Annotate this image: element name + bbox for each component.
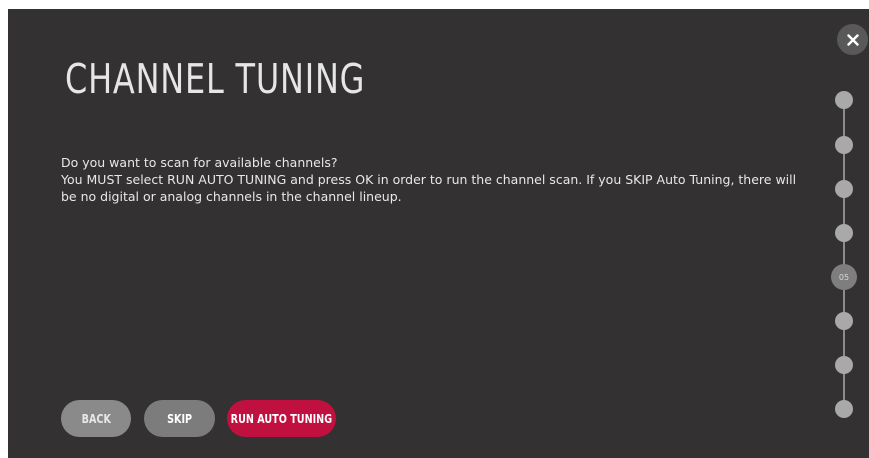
step-7 [835, 356, 853, 374]
setup-screen: CHANNEL TUNING Do you want to scan for a… [8, 9, 869, 458]
step-4 [835, 224, 853, 242]
skip-button[interactable]: SKIP [144, 400, 215, 437]
step-6 [835, 312, 853, 330]
scan-message: Do you want to scan for available channe… [61, 154, 801, 205]
step-current: 05 [831, 264, 857, 290]
step-2 [835, 136, 853, 154]
close-button[interactable] [837, 24, 868, 55]
step-3 [835, 180, 853, 198]
message-question: Do you want to scan for available channe… [61, 155, 338, 170]
run-auto-tuning-button-label: RUN AUTO TUNING [230, 411, 333, 426]
step-1 [835, 91, 853, 109]
back-button-label: BACK [81, 411, 111, 426]
close-icon [846, 33, 859, 46]
page-title: CHANNEL TUNING [65, 55, 366, 103]
message-warning: You MUST select RUN AUTO TUNING and pres… [61, 172, 797, 204]
skip-button-label: SKIP [167, 411, 192, 426]
run-auto-tuning-button[interactable]: RUN AUTO TUNING [227, 400, 336, 437]
back-button[interactable]: BACK [61, 400, 131, 437]
step-8 [835, 400, 853, 418]
